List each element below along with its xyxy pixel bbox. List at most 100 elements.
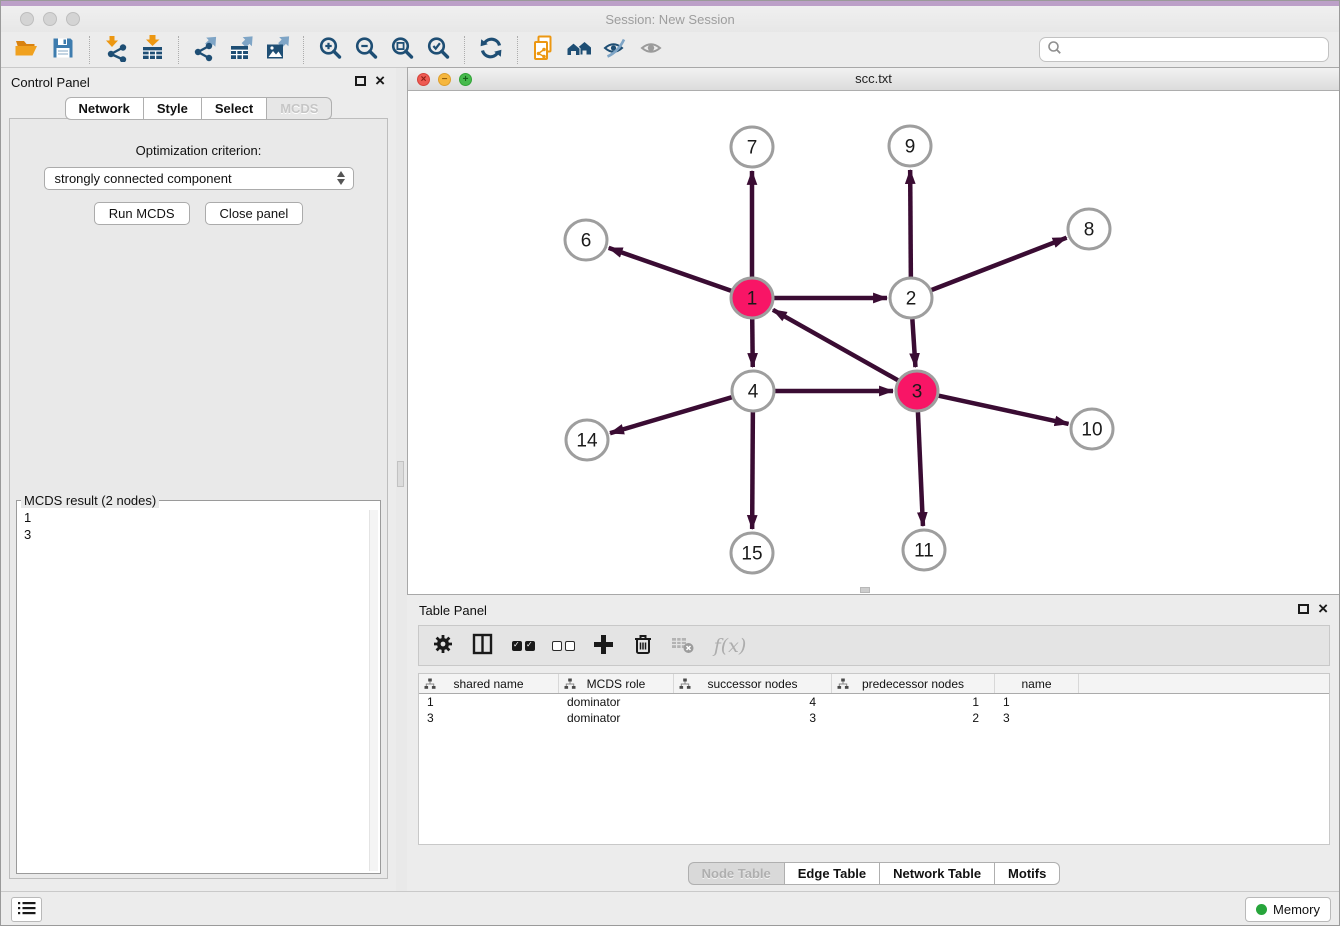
column-header-mcds-role[interactable]: MCDS role (559, 674, 674, 693)
select-spinner-icon (337, 171, 345, 185)
delete-table-button[interactable] (671, 634, 695, 658)
graph-edge-3-11[interactable] (918, 412, 923, 526)
tab-motifs[interactable]: Motifs (995, 862, 1060, 885)
result-scrollbar[interactable] (369, 510, 378, 871)
open-session-button[interactable] (9, 35, 45, 65)
graph-edge-4-14[interactable] (610, 397, 733, 433)
import-network-button[interactable] (98, 35, 134, 65)
network-view-window: × − + scc.txt 7 9 6 8 1 2 4 3 14 10 15 11 (407, 67, 1340, 595)
tab-mcds[interactable]: MCDS (267, 97, 332, 120)
graph-edge-4-15[interactable] (752, 412, 753, 529)
network-canvas[interactable]: 7 9 6 8 1 2 4 3 14 10 15 11 (408, 91, 1339, 594)
graph-node-7[interactable]: 7 (731, 127, 773, 167)
clone-network-button[interactable] (526, 35, 562, 65)
graph-node-15[interactable]: 15 (731, 533, 773, 573)
deselect-all-icon (552, 641, 575, 651)
graph-node-1[interactable]: 1 (731, 278, 773, 318)
export-network-icon (192, 35, 219, 65)
svg-text:15: 15 (741, 544, 762, 565)
close-panel-button[interactable]: Close panel (205, 202, 304, 225)
tab-network-table[interactable]: Network Table (880, 862, 995, 885)
zoom-fit-button[interactable] (384, 35, 420, 65)
export-table-icon (228, 35, 255, 65)
cell-mcds-role: dominator (559, 711, 674, 725)
graph-node-6[interactable]: 6 (565, 220, 607, 260)
save-session-button[interactable] (45, 35, 81, 65)
export-network-button[interactable] (187, 35, 223, 65)
graph-edge-2-9[interactable] (910, 170, 911, 277)
open-folder-icon (14, 35, 41, 65)
panel-splitter[interactable] (396, 68, 407, 891)
float-panel-icon[interactable] (1298, 604, 1309, 614)
add-column-button[interactable] (591, 634, 615, 658)
gear-icon (432, 633, 454, 658)
mcds-result-list[interactable]: 1 3 (17, 508, 380, 544)
tab-node-table[interactable]: Node Table (688, 862, 785, 885)
task-history-button[interactable] (11, 897, 42, 922)
column-header-predecessor-nodes[interactable]: predecessor nodes (832, 674, 995, 693)
function-builder-button[interactable]: f(x) (711, 634, 749, 658)
splitter-handle[interactable] (397, 461, 404, 487)
graph-node-8[interactable]: 8 (1068, 209, 1110, 249)
export-image-button[interactable] (259, 35, 295, 65)
refresh-button[interactable] (473, 35, 509, 65)
control-panel-tabs: NetworkStyleSelectMCDS (1, 97, 396, 120)
close-panel-icon[interactable]: × (1318, 599, 1328, 619)
graph-edge-2-3[interactable] (912, 319, 915, 367)
graph-edge-1-6[interactable] (609, 248, 733, 291)
canvas-hscroll-thumb[interactable] (860, 587, 870, 593)
graph-node-11[interactable]: 11 (903, 530, 945, 570)
table-body: 1dominator4113dominator323 (419, 694, 1329, 726)
search-input[interactable] (1067, 42, 1321, 57)
show-columns-button[interactable] (471, 634, 495, 658)
run-mcds-button[interactable]: Run MCDS (94, 202, 190, 225)
zoom-selected-button[interactable] (420, 35, 456, 65)
table-header-row: shared nameMCDS rolesuccessor nodesprede… (419, 674, 1329, 694)
table-row[interactable]: 3dominator323 (419, 710, 1329, 726)
svg-text:4: 4 (748, 382, 759, 403)
export-table-button[interactable] (223, 35, 259, 65)
close-panel-icon[interactable]: × (375, 71, 385, 91)
zoom-fit-icon (389, 35, 415, 64)
hide-selected-button[interactable] (598, 35, 634, 65)
deselect-all-button[interactable] (551, 634, 575, 658)
home-button[interactable] (562, 35, 598, 65)
tab-edge-table[interactable]: Edge Table (785, 862, 880, 885)
memory-label: Memory (1273, 902, 1320, 917)
function-icon: f(x) (714, 635, 747, 657)
graph-node-3[interactable]: 3 (896, 371, 938, 411)
tab-select[interactable]: Select (202, 97, 267, 120)
tab-style[interactable]: Style (144, 97, 202, 120)
float-panel-icon[interactable] (355, 76, 366, 86)
zoom-out-button[interactable] (348, 35, 384, 65)
graph-edge-2-8[interactable] (931, 238, 1067, 291)
column-header-name[interactable]: name (995, 674, 1079, 693)
graph-edge-1-4[interactable] (752, 319, 753, 367)
network-maximize-button[interactable]: + (459, 73, 472, 86)
show-all-button[interactable] (634, 35, 670, 65)
graph-node-2[interactable]: 2 (890, 278, 932, 318)
control-panel: Control Panel × NetworkStyleSelectMCDS O… (1, 68, 396, 891)
optimization-select[interactable]: strongly connected component (44, 167, 354, 190)
control-panel-title: Control Panel (11, 75, 90, 90)
table-row[interactable]: 1dominator411 (419, 694, 1329, 710)
table-settings-button[interactable] (431, 634, 455, 658)
graph-edge-3-1[interactable] (773, 310, 899, 381)
memory-button[interactable]: Memory (1245, 897, 1331, 922)
graph-edge-3-10[interactable] (938, 395, 1069, 423)
zoom-in-button[interactable] (312, 35, 348, 65)
network-window-titlebar[interactable]: × − + scc.txt (408, 68, 1339, 91)
tab-network[interactable]: Network (65, 97, 144, 120)
column-header-successor-nodes[interactable]: successor nodes (674, 674, 832, 693)
columns-icon (472, 633, 494, 658)
graph-node-10[interactable]: 10 (1071, 409, 1113, 449)
graph-node-4[interactable]: 4 (732, 371, 774, 411)
import-table-button[interactable] (134, 35, 170, 65)
select-all-button[interactable] (511, 634, 535, 658)
column-header-shared-name[interactable]: shared name (419, 674, 559, 693)
graph-node-9[interactable]: 9 (889, 126, 931, 166)
graph-node-14[interactable]: 14 (566, 420, 608, 460)
network-minimize-button[interactable]: − (438, 73, 451, 86)
network-close-button[interactable]: × (417, 73, 430, 86)
delete-column-button[interactable] (631, 634, 655, 658)
